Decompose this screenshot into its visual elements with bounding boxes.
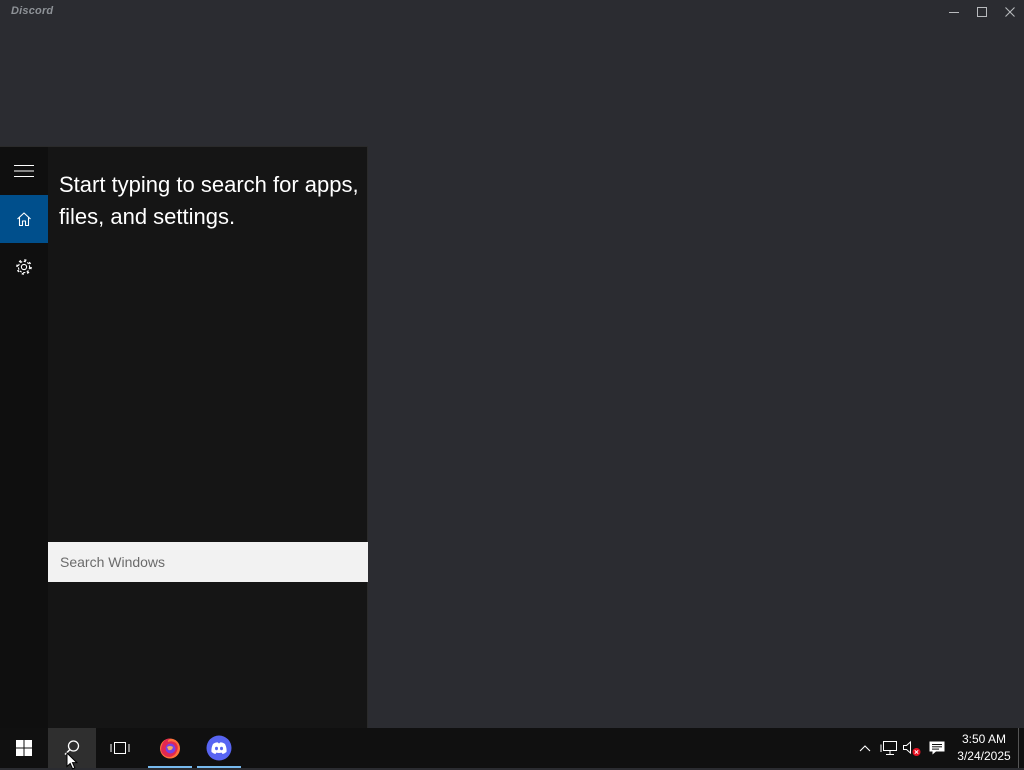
maximize-icon — [977, 7, 987, 17]
settings-button[interactable] — [0, 243, 48, 291]
firefox-taskbar-button[interactable] — [146, 728, 194, 768]
minimize-icon — [949, 12, 959, 13]
discord-taskbar-button[interactable] — [195, 728, 243, 768]
clock-date: 3/24/2025 — [957, 749, 1011, 763]
flyout-side-rail — [0, 147, 48, 728]
clock-time: 3:50 AM — [961, 732, 1007, 746]
maximize-button[interactable] — [968, 0, 996, 24]
task-view-button[interactable] — [96, 728, 144, 768]
volume-muted-icon — [903, 740, 921, 756]
search-windows-input[interactable] — [48, 542, 368, 582]
show-desktop-button[interactable] — [1018, 728, 1024, 768]
network-icon — [880, 741, 897, 755]
network-button[interactable] — [879, 738, 899, 758]
mouse-cursor-icon — [66, 752, 79, 770]
home-button[interactable] — [0, 195, 48, 243]
windows-logo-icon — [16, 740, 32, 756]
taskbar: 3:50 AM 3/24/2025 — [0, 728, 1024, 768]
title-bar[interactable]: Discord — [0, 0, 1024, 24]
close-icon — [1005, 7, 1015, 17]
task-view-icon — [110, 742, 130, 754]
firefox-icon — [160, 738, 180, 759]
discord-icon — [206, 735, 232, 761]
volume-button[interactable] — [902, 738, 922, 758]
search-prompt: Start typing to search for apps, files, … — [59, 172, 359, 229]
action-center-button[interactable] — [927, 738, 947, 758]
action-center-icon — [929, 741, 945, 755]
app-title: Discord — [11, 5, 54, 17]
flyout-main: Start typing to search for apps, files, … — [48, 147, 367, 728]
start-button[interactable] — [0, 728, 48, 768]
gear-icon — [16, 259, 32, 275]
expand-menu-button[interactable] — [0, 147, 48, 195]
hamburger-icon — [14, 165, 34, 177]
chevron-up-icon — [859, 745, 871, 752]
close-button[interactable] — [996, 0, 1024, 24]
search-flyout: Start typing to search for apps, files, … — [0, 146, 368, 728]
home-icon — [17, 212, 31, 227]
minimize-button[interactable] — [940, 0, 968, 24]
taskbar-clock[interactable]: 3:50 AM 3/24/2025 — [950, 731, 1018, 765]
show-hidden-icons-button[interactable] — [855, 738, 875, 758]
